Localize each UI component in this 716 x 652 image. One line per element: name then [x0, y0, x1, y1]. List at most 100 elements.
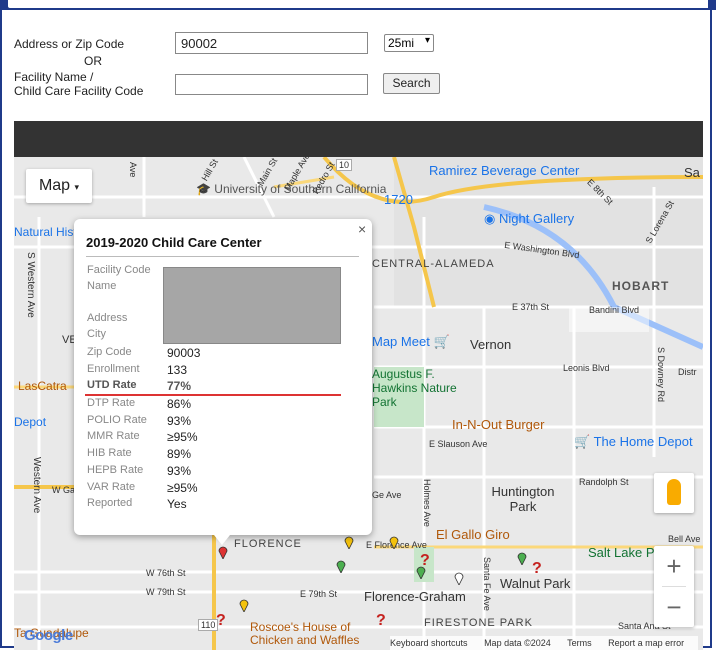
keyboard-shortcuts-link[interactable]: Keyboard shortcuts	[390, 638, 468, 648]
label-var-rate: VAR Rate	[87, 481, 136, 493]
shopping-icon: 🛒	[433, 334, 450, 349]
street-label: Ge Ave	[372, 490, 402, 500]
street-label: Bandini Blvd	[589, 305, 640, 315]
report-error-link[interactable]: Report a map error	[608, 638, 684, 648]
marker-yellow-icon[interactable]	[239, 598, 249, 612]
close-icon[interactable]: ×	[358, 221, 366, 237]
facility-info-popup: 2019-2020 Child Care Center × Facility C…	[74, 219, 372, 535]
map-label-salt-lake: Salt Lake P	[588, 545, 655, 560]
street-label: Ave	[128, 162, 138, 178]
value-reported: Yes	[167, 497, 187, 511]
popup-divider	[86, 256, 359, 257]
map-label-huntington-park: Huntington Park	[491, 484, 555, 514]
zoom-out-button[interactable]: −	[654, 587, 694, 627]
search-button[interactable]: Search	[383, 73, 440, 94]
street-label: S Western Ave	[25, 252, 36, 318]
terms-link[interactable]: Terms	[567, 638, 592, 648]
highlight-underline	[85, 394, 341, 396]
label-address: Address	[87, 312, 128, 324]
marker-green-icon[interactable]	[517, 551, 527, 565]
map-label-1720: 1720	[384, 192, 413, 207]
label-hepb-rate: HEPB Rate	[87, 464, 144, 476]
pegman-button[interactable]	[654, 473, 694, 513]
value-utd-rate: 77%	[167, 379, 192, 393]
street-label: Sa	[684, 165, 700, 180]
value-hib-rate: 89%	[167, 447, 192, 461]
question-marker-icon[interactable]: ?	[216, 612, 226, 630]
street-label: Distr	[678, 367, 697, 377]
school-icon: 🎓	[196, 182, 211, 196]
label-facility-code: Facility Code	[87, 264, 151, 276]
street-label: S Downey Rd	[656, 347, 666, 403]
label-city: City	[87, 328, 106, 340]
street-label: W Ga	[52, 485, 76, 495]
map-header-band	[14, 121, 703, 157]
label-polio-rate: POLIO Rate	[87, 414, 147, 426]
facility-label-line2: Child Care Facility Code	[14, 84, 144, 98]
value-var-rate: ≥95%	[167, 481, 198, 495]
map-label-firestone-park: FIRESTONE PARK	[424, 617, 533, 629]
map-label-hawkins: Augustus F. Hawkins Nature Park	[372, 367, 457, 409]
street-label: Santa Fe Ave	[482, 557, 492, 611]
map-label-central-alameda: CENTRAL-ALAMEDA	[372, 258, 495, 270]
facility-label-line1: Facility Name /	[14, 70, 94, 84]
caret-down-icon: ▾	[74, 182, 80, 192]
map-label-florence-graham: Florence-Graham	[364, 589, 466, 604]
label-zip-code: Zip Code	[87, 346, 132, 358]
street-label: Western Ave	[31, 457, 42, 514]
marker-yellow-icon[interactable]	[344, 535, 354, 549]
value-hepb-rate: 93%	[167, 464, 192, 478]
shopping-icon: 🛒	[574, 434, 591, 449]
highway-shield-10: 10	[336, 159, 353, 171]
marker-red-icon[interactable]	[218, 545, 228, 559]
question-marker-icon[interactable]: ?	[532, 560, 542, 578]
map-type-button[interactable]: Map ▾	[26, 169, 92, 203]
street-label: E 79th St	[300, 589, 338, 599]
or-label: OR	[84, 54, 102, 68]
street-label: W 76th St	[146, 568, 186, 578]
map-label-in-n-out: In-N-Out Burger	[452, 417, 545, 432]
value-polio-rate: 93%	[167, 414, 192, 428]
street-label: W 79th St	[146, 587, 186, 597]
map-attribution: Keyboard shortcuts Map data ©2024 Terms …	[390, 636, 699, 650]
map-label-nhm: Natural History Museum of Los Angeles	[14, 225, 74, 239]
map-label-night-gallery: ◉ Night Gallery	[484, 211, 575, 226]
map-label-hobart: HOBART	[612, 279, 670, 293]
popup-tail	[214, 535, 230, 545]
zoom-in-button[interactable]: +	[654, 546, 694, 586]
map-label-map-meet: Map Meet 🛒	[372, 334, 450, 349]
map-label-ramirez: Ramirez Beverage Center	[429, 163, 580, 178]
map-label-roscoes: Roscoe's House of Chicken and Waffles	[250, 620, 360, 647]
label-dtp-rate: DTP Rate	[87, 397, 136, 409]
map-label-vernon: Vernon	[470, 337, 512, 352]
pegman-icon	[667, 479, 681, 505]
redacted-block	[163, 267, 341, 344]
map-type-label: Map	[38, 177, 71, 194]
label-hib-rate: HIB Rate	[87, 447, 132, 459]
street-label: Leonis Blvd	[563, 363, 610, 373]
map-label-el-gallo-giro: El Gallo Giro	[436, 527, 510, 542]
label-name: Name	[87, 280, 117, 292]
radius-value: 25mi	[388, 36, 415, 50]
street-label: Holmes Ave	[422, 479, 432, 527]
marker-yellow-icon[interactable]	[389, 535, 399, 549]
question-marker-icon[interactable]: ?	[376, 612, 386, 630]
map-label-home-depot: 🛒 The Home Depot	[574, 434, 693, 449]
street-label: Randolph St	[579, 477, 629, 487]
value-zip-code: 90003	[167, 346, 201, 360]
question-marker-icon[interactable]: ?	[420, 552, 430, 570]
street-label: Bell Ave	[668, 534, 701, 544]
address-input[interactable]	[175, 32, 368, 54]
street-label: E 37th St	[512, 302, 550, 312]
marker-white-icon[interactable]	[454, 571, 464, 585]
value-enrollment: 133	[167, 363, 188, 377]
map-label-florence: FLORENCE	[234, 538, 302, 550]
radius-select[interactable]: 25mi ▾	[384, 34, 434, 52]
google-logo: Google	[24, 627, 73, 644]
value-dtp-rate: 86%	[167, 397, 192, 411]
facility-input[interactable]	[175, 74, 368, 95]
address-label: Address or Zip Code	[14, 37, 125, 51]
chevron-down-icon: ▾	[424, 35, 430, 46]
map-label-walnut-park: Walnut Park	[500, 576, 571, 591]
marker-green-icon[interactable]	[336, 559, 346, 573]
